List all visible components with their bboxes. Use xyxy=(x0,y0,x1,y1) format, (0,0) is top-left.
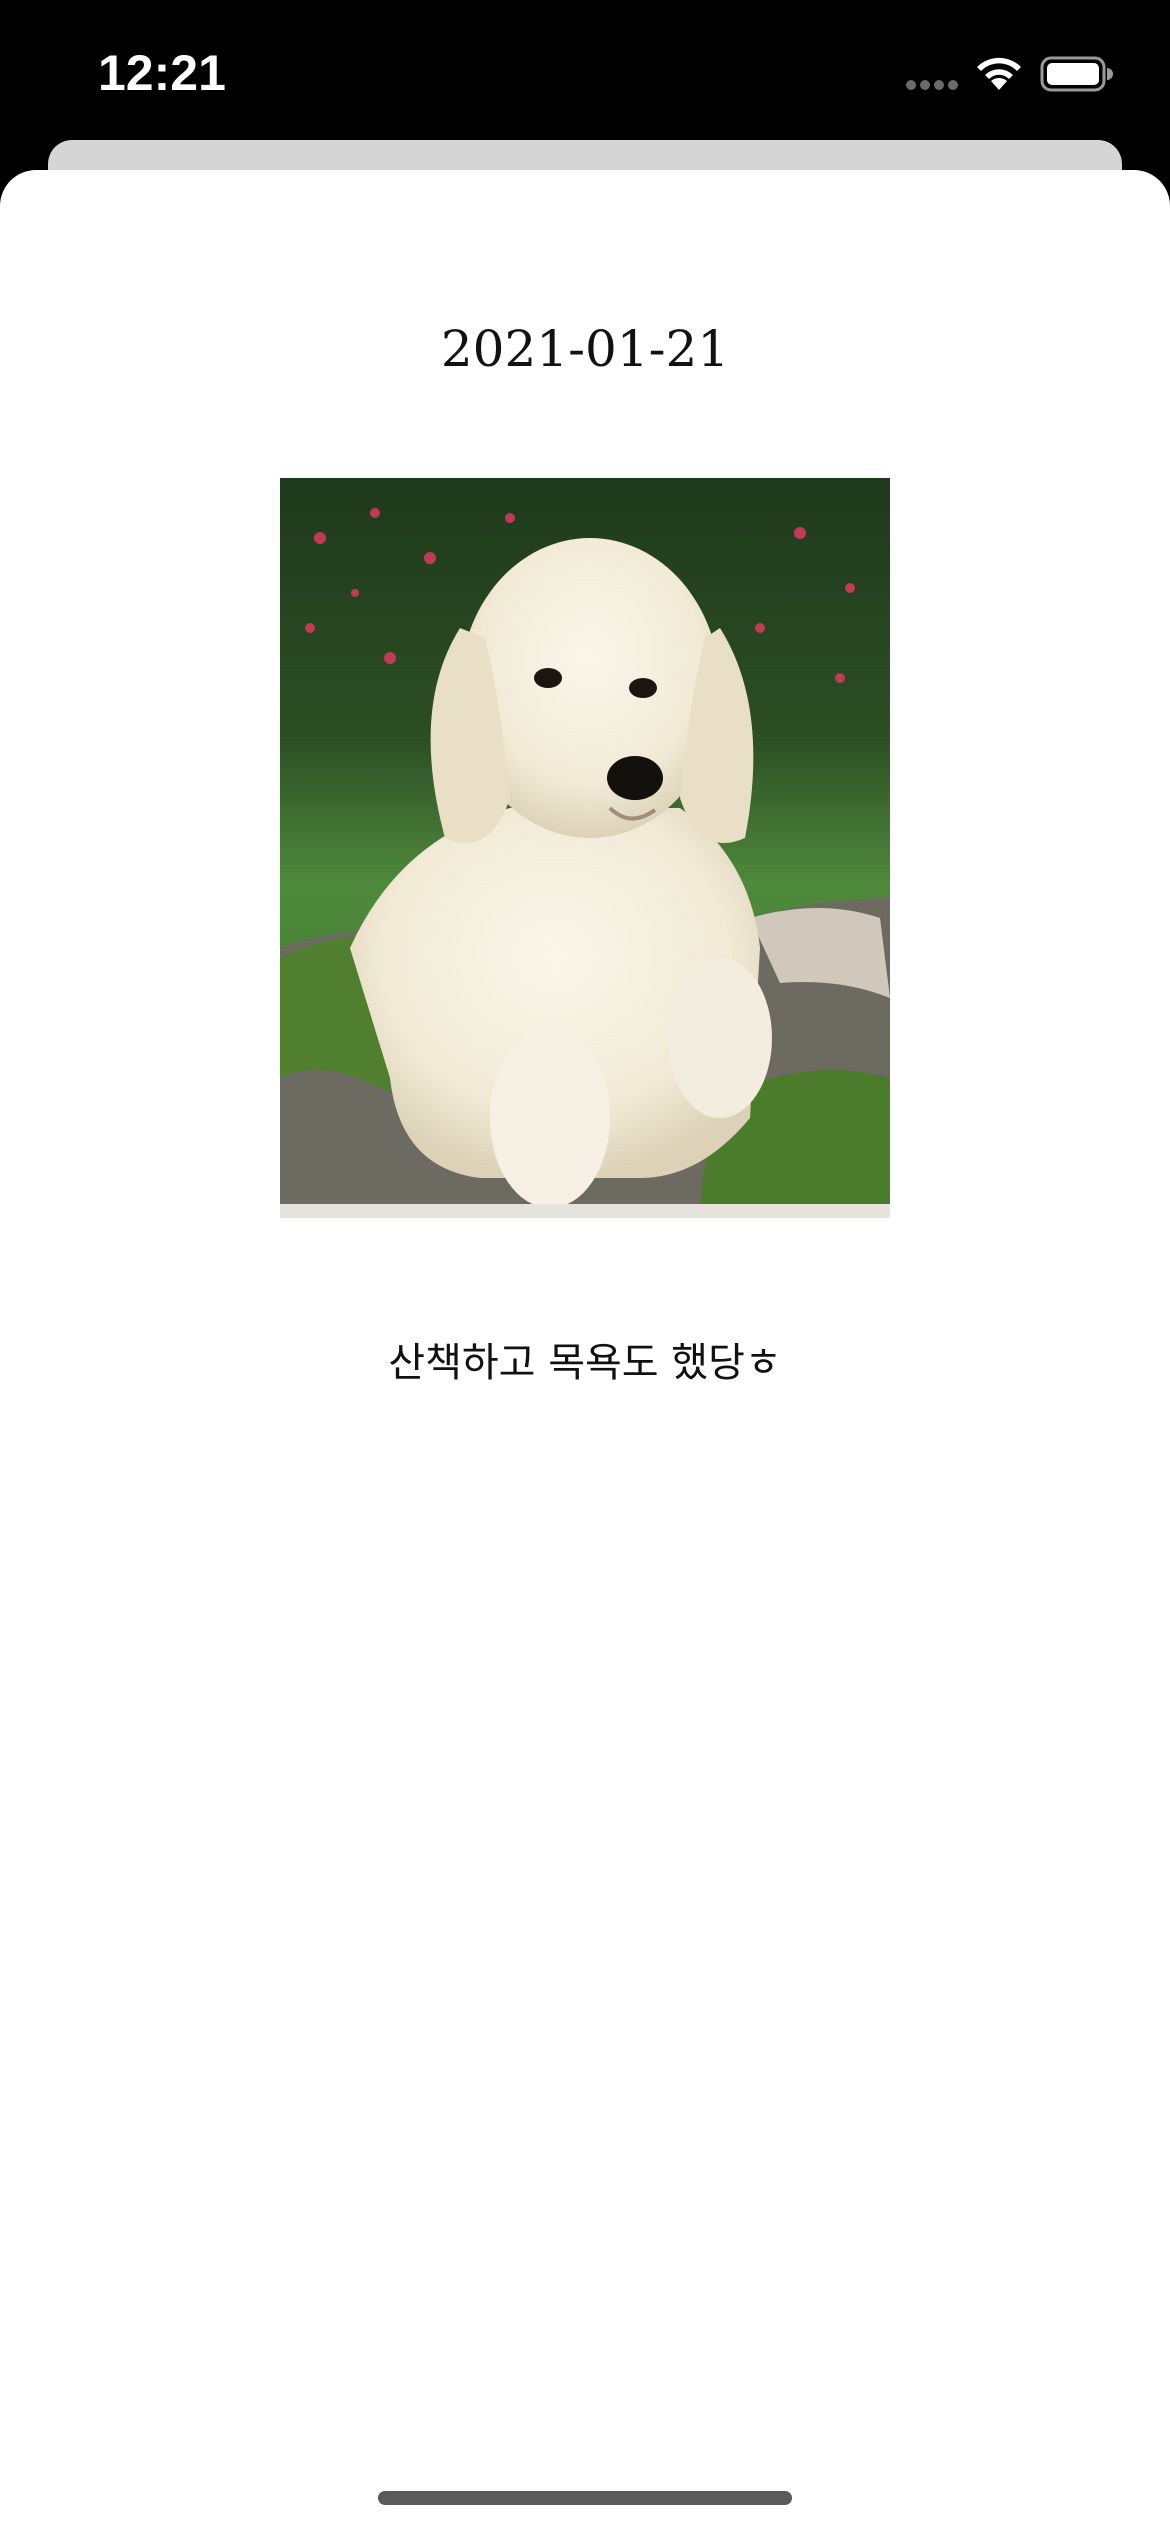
wifi-icon xyxy=(977,57,1021,90)
puppy-photo xyxy=(280,478,890,1218)
battery-icon xyxy=(1040,56,1113,92)
cellular-signal-icon xyxy=(906,80,960,90)
status-time: 12:21 xyxy=(98,45,226,101)
entry-date: 2021-01-21 xyxy=(440,320,730,378)
home-indicator[interactable] xyxy=(378,2491,792,2505)
entry-text: 산책하고 목욕도 했당ㅎ xyxy=(388,1340,782,1386)
screen: 12:21 2021-01-21 산책하고 목욕도 했당ㅎ xyxy=(0,0,1170,2532)
status-bar: 12:21 xyxy=(0,0,1170,140)
